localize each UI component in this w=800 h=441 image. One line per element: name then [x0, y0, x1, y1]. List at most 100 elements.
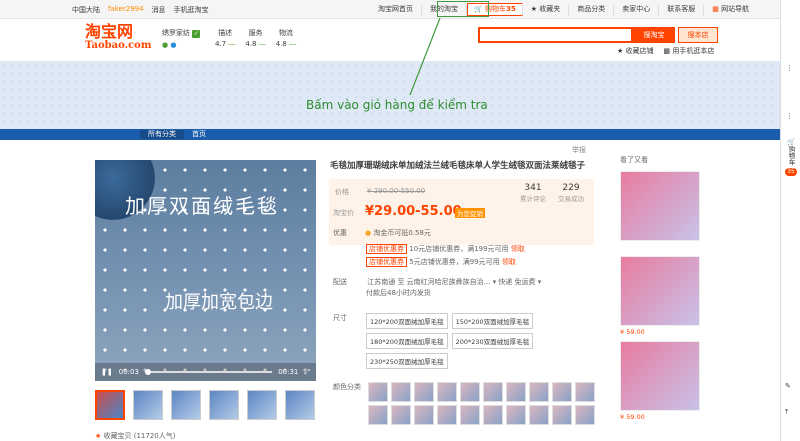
- current-price: ¥29.00-55.00: [365, 204, 462, 219]
- color-option[interactable]: [414, 405, 434, 425]
- seller-center-link[interactable]: 卖家中心: [614, 5, 660, 16]
- star-icon: ★: [95, 432, 102, 440]
- color-option[interactable]: [506, 405, 526, 425]
- dots-icon[interactable]: ⋮: [786, 112, 793, 120]
- username-link[interactable]: faker2994: [108, 5, 144, 15]
- size-option[interactable]: 180*200双面绒加厚毛毯: [366, 333, 448, 349]
- search-taobao-button[interactable]: 搜淘宝: [633, 27, 675, 43]
- top-bar: 中国大陆 faker2994 消息 手机逛淘宝 淘宝网首页 我的淘宝 🛒 购物车…: [0, 0, 780, 19]
- size-option[interactable]: 230*250双面绒加厚毛毯: [366, 353, 448, 369]
- promo-label: 优惠: [333, 229, 347, 237]
- recommendations-heading: 看了又看: [620, 156, 648, 164]
- star-icon: ★: [617, 47, 624, 55]
- favorites-link[interactable]: ★ 收藏夹: [523, 5, 570, 16]
- dots-icon[interactable]: ⋮: [786, 64, 793, 72]
- color-option[interactable]: [368, 405, 388, 425]
- color-option[interactable]: [506, 382, 526, 402]
- messages-link[interactable]: 消息: [152, 5, 166, 15]
- recommended-price: ¥ 59.00: [620, 413, 645, 421]
- delivery-label: 配送: [333, 278, 347, 286]
- product-video[interactable]: 加厚双面绒毛毯 加厚加宽包边 ❚❚ 00:03 00:31 ⤢: [95, 160, 316, 381]
- coupon-claim-link[interactable]: 领取: [502, 258, 516, 266]
- product-stats: 341 累计评论 229 交易成功: [520, 183, 584, 203]
- menu-icon: ▦: [712, 5, 719, 13]
- color-option[interactable]: [552, 382, 572, 402]
- color-option[interactable]: [460, 382, 480, 402]
- back-to-top-icon[interactable]: ⤒: [785, 408, 788, 417]
- region-selector[interactable]: 中国大陆: [72, 5, 100, 15]
- size-option[interactable]: 120*200双面绒加厚毛毯: [366, 313, 448, 329]
- shop-name[interactable]: 绣罗家纺: [162, 29, 190, 37]
- original-price: ¥ 290.00-550.00: [367, 187, 426, 195]
- video-current-time: 00:03: [118, 368, 139, 376]
- sales-count: 229: [562, 183, 580, 193]
- color-option[interactable]: [575, 405, 595, 425]
- fullscreen-icon[interactable]: ⤢: [304, 368, 310, 377]
- color-option[interactable]: [437, 382, 457, 402]
- thumbnail-image[interactable]: [171, 390, 201, 420]
- color-option[interactable]: [529, 405, 549, 425]
- favorite-item-link[interactable]: ★ 收藏宝贝 (11720人气): [95, 431, 175, 441]
- video-progress-bar[interactable]: [144, 369, 273, 375]
- recommended-product[interactable]: [620, 341, 700, 411]
- thumbnail-image[interactable]: [209, 390, 239, 420]
- service-link[interactable]: 联系客服: [659, 5, 705, 16]
- color-option[interactable]: [414, 382, 434, 402]
- site-nav-link[interactable]: ▦ 网站导航: [704, 5, 757, 16]
- nav-all-categories[interactable]: 所有分类: [140, 130, 184, 139]
- color-option[interactable]: [460, 405, 480, 425]
- star-icon: ★: [530, 5, 537, 13]
- thumbnail-image[interactable]: [285, 390, 315, 420]
- color-option[interactable]: [368, 382, 388, 402]
- thumbnail-video[interactable]: [95, 390, 125, 420]
- color-option[interactable]: [483, 382, 503, 402]
- recommended-product[interactable]: [620, 171, 700, 241]
- taobao-logo[interactable]: 淘宝网 Taobao.com: [85, 23, 151, 51]
- search-shop-button[interactable]: 搜本店: [678, 27, 718, 43]
- coupon-tag: 店铺优惠券: [366, 244, 407, 254]
- search-input[interactable]: [478, 27, 633, 43]
- coin-text: ● 淘金币可抵0.58元: [365, 229, 431, 237]
- thumbnail-image[interactable]: [247, 390, 277, 420]
- thumbnail-strip: [95, 390, 315, 420]
- cart-count: 35: [505, 5, 516, 13]
- video-controls: ❚❚ 00:03 00:31 ⤢: [95, 363, 316, 381]
- video-total-time: 00:31: [278, 368, 299, 376]
- size-option[interactable]: 150*200双面绒加厚毛毯: [451, 313, 534, 329]
- video-caption-2: 加厚加宽包边: [165, 292, 273, 313]
- color-label: 颜色分类: [333, 383, 361, 391]
- nav-home[interactable]: 首页: [184, 130, 214, 139]
- color-option[interactable]: [391, 405, 411, 425]
- size-label: 尺寸: [333, 314, 347, 322]
- pause-icon[interactable]: ❚❚: [101, 368, 113, 376]
- report-link[interactable]: 举报: [572, 145, 586, 155]
- thumbnail-image[interactable]: [133, 390, 163, 420]
- home-link[interactable]: 淘宝网首页: [370, 5, 422, 16]
- categories-link[interactable]: 商品分类: [569, 5, 615, 16]
- wangwang-icon[interactable]: ●: [170, 41, 176, 49]
- mobile-visit-link[interactable]: ▩ 用手机逛本店: [664, 46, 715, 56]
- color-option[interactable]: [529, 382, 549, 402]
- mobile-shop-link[interactable]: 手机逛淘宝: [174, 5, 209, 15]
- color-option[interactable]: [437, 405, 457, 425]
- feedback-icon[interactable]: ✎: [785, 382, 791, 390]
- cart-icon: 🛒: [786, 138, 796, 146]
- video-caption-1: 加厚双面绒毛毯: [125, 194, 279, 218]
- header: 淘宝网 Taobao.com 绣罗家纺 ✓ ● ● 描述 4.7 ― 服务 4.8 …: [0, 19, 780, 61]
- fav-shop-link[interactable]: ★ 收藏店铺: [617, 46, 654, 56]
- delivery-location[interactable]: 江苏南通 至 云南红河哈尼族彝族自治...: [367, 278, 490, 286]
- shop-banner: [0, 61, 780, 129]
- size-option[interactable]: 200*230双面绒加厚毛毯: [451, 333, 534, 349]
- taobao-price-label: 淘宝价: [333, 209, 354, 217]
- color-option[interactable]: [552, 405, 572, 425]
- product-title: 毛毯加厚珊瑚绒床单加绒法兰绒毛毯床单人学生绒毯双面法莱绒毯子: [330, 161, 586, 171]
- shop-info[interactable]: 绣罗家纺 ✓ ● ●: [162, 28, 201, 49]
- recommended-product[interactable]: [620, 256, 700, 326]
- side-cart-button[interactable]: 🛒 购物车 35: [785, 138, 797, 176]
- review-count: 341: [524, 183, 542, 193]
- color-option[interactable]: [391, 382, 411, 402]
- color-option[interactable]: [575, 382, 595, 402]
- color-option[interactable]: [483, 405, 503, 425]
- annotation-highlight-box: [437, 1, 489, 17]
- coupon-claim-link[interactable]: 领取: [511, 245, 525, 253]
